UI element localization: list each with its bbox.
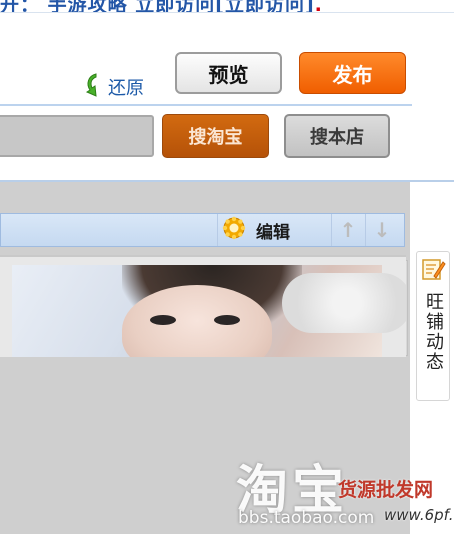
search-taobao-button[interactable]: 搜淘宝 xyxy=(162,114,269,158)
green-curved-arrow-icon xyxy=(82,72,104,102)
publish-button[interactable]: 发布 xyxy=(299,52,406,94)
module-header: 编辑 ↑ ↓ xyxy=(0,213,405,247)
move-down-icon[interactable]: ↓ xyxy=(365,214,398,246)
search-store-button[interactable]: 搜本店 xyxy=(284,114,390,158)
banner-photo xyxy=(12,265,406,357)
edit-button[interactable]: 编辑 xyxy=(217,214,290,246)
watermark-site-name: 货源批发网 xyxy=(338,479,434,501)
move-up-icon[interactable]: ↑ xyxy=(331,214,364,246)
watermark-site-url: www.6pf.cn xyxy=(384,506,454,524)
editor-toolbar: 还原 预览 发布 xyxy=(0,12,454,104)
wangpu-news-tab[interactable]: 旺铺动态 xyxy=(416,251,450,401)
photo-hat xyxy=(282,273,406,333)
watermark-url: bbs.taobao.com xyxy=(238,508,375,528)
preview-button[interactable]: 预览 xyxy=(175,52,282,94)
wangpu-news-label: 旺铺动态 xyxy=(423,292,444,372)
restore-label: 还原 xyxy=(108,78,144,99)
edit-note-icon xyxy=(420,256,446,286)
banner-image-frame xyxy=(0,255,406,357)
edit-label: 编辑 xyxy=(256,222,290,243)
photo-eye-left xyxy=(150,315,176,325)
photo-eye-right xyxy=(214,315,240,325)
toolbar-divider xyxy=(0,104,412,106)
restore-button[interactable]: 还原 xyxy=(82,72,144,102)
search-input[interactable] xyxy=(0,115,154,157)
gear-icon xyxy=(222,216,246,244)
